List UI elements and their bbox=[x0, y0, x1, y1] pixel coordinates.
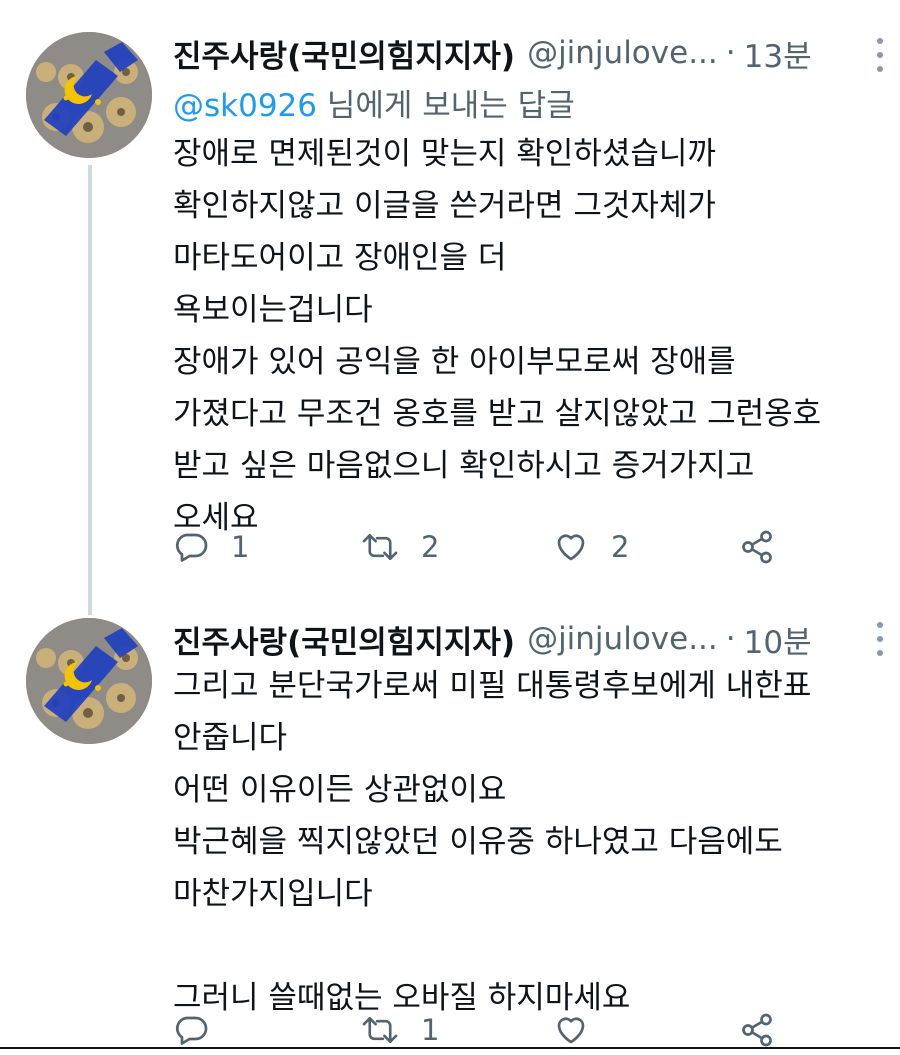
mention-link[interactable]: @sk0926 bbox=[173, 88, 317, 124]
author-name[interactable]: 진주사랑(국민의힘지지자) bbox=[173, 617, 515, 662]
reply-icon bbox=[173, 1012, 209, 1048]
retweet-icon bbox=[361, 529, 399, 565]
tweet-text: 그리고 분단국가로써 미필 대통령후보에게 내한표 안줍니다 어떤 이유이든 상… bbox=[173, 668, 812, 1016]
tweet-text: 장애로 면제된것이 맞는지 확인하셨습니까 확인하지않고 이글을 쓴거라면 그것… bbox=[173, 136, 822, 536]
share-button[interactable] bbox=[739, 522, 775, 572]
retweet-count: 1 bbox=[421, 1013, 440, 1047]
avatar[interactable] bbox=[26, 618, 152, 744]
share-icon bbox=[739, 1012, 775, 1048]
heart-icon bbox=[553, 529, 589, 565]
tweet-header: 진주사랑(국민의힘지지자) @jinjulove... · 10분 bbox=[173, 616, 840, 662]
separator-dot: · bbox=[725, 621, 736, 657]
reply-button[interactable]: 1 bbox=[173, 522, 249, 572]
replying-to-suffix: 님에게 보내는 답글 bbox=[317, 88, 575, 124]
replying-to: @sk0926 님에게 보내는 답글 bbox=[173, 80, 575, 125]
author-name[interactable]: 진주사랑(국민의힘지지자) bbox=[173, 31, 515, 76]
reply-icon bbox=[173, 529, 209, 565]
author-handle[interactable]: @jinjulove... bbox=[527, 35, 718, 71]
avatar[interactable] bbox=[26, 32, 152, 158]
share-icon bbox=[739, 529, 775, 565]
retweet-count: 2 bbox=[421, 530, 440, 564]
tweet-header: 진주사랑(국민의힘지지자) @jinjulove... · 13분 bbox=[173, 30, 840, 76]
timestamp[interactable]: 13분 bbox=[744, 31, 812, 76]
timestamp[interactable]: 10분 bbox=[744, 617, 812, 662]
more-vertical-icon[interactable] bbox=[870, 38, 890, 72]
heart-icon bbox=[553, 1012, 589, 1048]
reply-count: 1 bbox=[231, 530, 250, 564]
separator-dot: · bbox=[725, 35, 736, 71]
tweet[interactable]: 진주사랑(국민의힘지지자) @jinjulove... · 10분 그리고 분단… bbox=[0, 600, 900, 1049]
author-handle[interactable]: @jinjulove... bbox=[527, 621, 718, 657]
thread-line bbox=[88, 165, 92, 615]
action-bar: 1 2 2 bbox=[173, 522, 900, 572]
tweet[interactable]: 진주사랑(국민의힘지지자) @jinjulove... · 13분 @sk092… bbox=[0, 0, 900, 615]
retweet-button[interactable]: 2 bbox=[361, 522, 439, 572]
like-button[interactable]: 2 bbox=[553, 522, 629, 572]
retweet-icon bbox=[361, 1012, 399, 1048]
more-vertical-icon[interactable] bbox=[870, 622, 890, 656]
like-count: 2 bbox=[611, 530, 630, 564]
